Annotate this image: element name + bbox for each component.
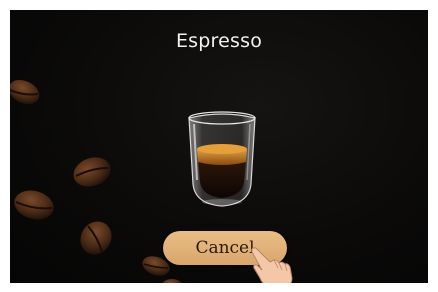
espresso-cup-icon — [188, 111, 256, 207]
coffee-bean-icon — [80, 221, 112, 255]
pointing-hand-icon — [251, 247, 293, 283]
espresso-screen: Espresso Cancel — [10, 10, 428, 283]
coffee-bean-icon — [73, 157, 111, 187]
coffee-bean-icon — [10, 79, 40, 105]
coffee-bean-icon — [162, 279, 182, 283]
coffee-bean-icon — [14, 190, 54, 220]
page-title: Espresso — [175, 30, 263, 52]
